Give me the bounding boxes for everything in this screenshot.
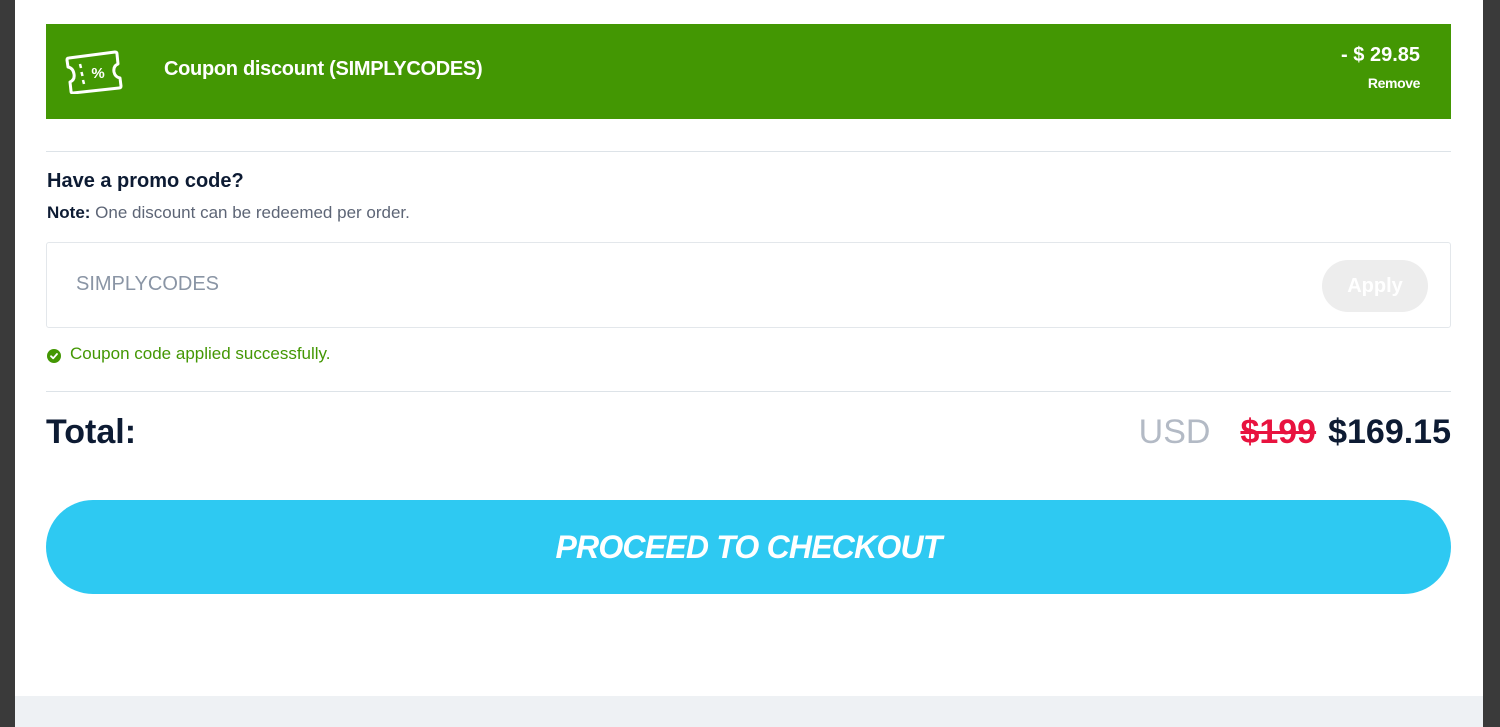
cart-panel: % Coupon discount (SIMPLYCODES) - $ 29.8…: [15, 0, 1483, 727]
svg-text:%: %: [91, 65, 104, 82]
promo-note: Note: One discount can be redeemed per o…: [47, 203, 410, 223]
success-text: Coupon code applied successfully.: [70, 344, 331, 363]
remove-coupon-link[interactable]: Remove: [1368, 75, 1420, 91]
divider: [46, 151, 1451, 152]
coupon-label: Coupon discount (SIMPLYCODES): [164, 58, 483, 80]
currency-label: USD: [1138, 413, 1211, 451]
original-price: $199: [1240, 413, 1317, 451]
promo-heading: Have a promo code?: [47, 170, 244, 192]
total-price: USD $199 $169.15: [1139, 413, 1451, 452]
divider: [46, 391, 1451, 392]
coupon-success-message: Coupon code applied successfully.: [47, 344, 331, 364]
check-circle-icon: [47, 348, 61, 363]
proceed-to-checkout-button[interactable]: PROCEED TO CHECKOUT: [46, 500, 1451, 594]
coupon-discount-banner: % Coupon discount (SIMPLYCODES) - $ 29.8…: [46, 24, 1451, 119]
coupon-discount-amount: - $ 29.85: [1341, 44, 1420, 66]
total-label: Total:: [46, 413, 137, 451]
apply-button[interactable]: Apply: [1322, 260, 1428, 312]
panel-footer: [15, 696, 1483, 727]
promo-note-label: Note:: [47, 203, 91, 222]
final-price: $169.15: [1328, 413, 1451, 451]
promo-note-text: One discount can be redeemed per order.: [90, 203, 410, 222]
promo-code-input[interactable]: [76, 269, 1276, 299]
promo-code-box: Apply: [46, 242, 1451, 328]
coupon-ticket-icon: %: [65, 50, 123, 94]
